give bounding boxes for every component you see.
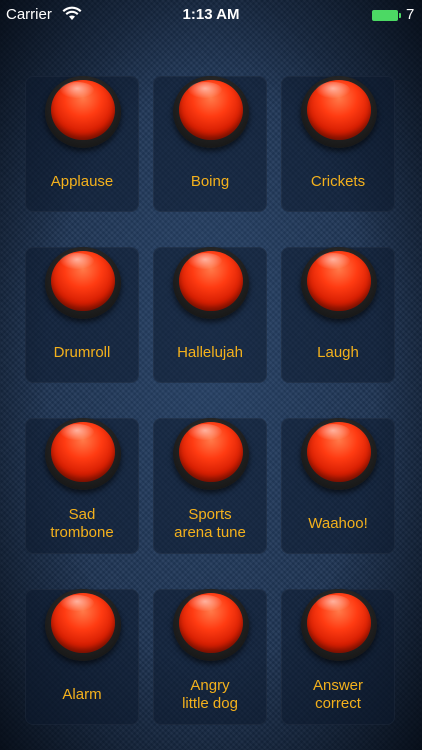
sound-label: Crickets bbox=[310, 173, 366, 190]
red-buzzer-icon[interactable] bbox=[45, 247, 121, 319]
sound-label: Alarm bbox=[62, 686, 102, 703]
sound-label: Sports arena tune bbox=[174, 506, 246, 541]
sound-label: Drumroll bbox=[53, 344, 111, 361]
sound-button-waahoo[interactable]: Waahoo! bbox=[281, 418, 395, 554]
sound-button-hallelujah[interactable]: Hallelujah bbox=[153, 247, 267, 383]
red-buzzer-icon[interactable] bbox=[173, 589, 249, 661]
sound-label: Waahoo! bbox=[308, 515, 368, 532]
red-buzzer-icon[interactable] bbox=[301, 247, 377, 319]
red-buzzer-icon[interactable] bbox=[301, 418, 377, 490]
sound-label: Applause bbox=[50, 173, 114, 190]
red-buzzer-icon[interactable] bbox=[45, 589, 121, 661]
sound-button-drumroll[interactable]: Drumroll bbox=[25, 247, 139, 383]
sound-label: Laugh bbox=[317, 344, 359, 361]
sound-button-angry-little-dog[interactable]: Angry little dog bbox=[153, 589, 267, 725]
sound-label: Sad trombone bbox=[50, 506, 114, 541]
sound-button-sports-arena-tune[interactable]: Sports arena tune bbox=[153, 418, 267, 554]
sound-button-alarm[interactable]: Alarm bbox=[25, 589, 139, 725]
sound-label: Angry little dog bbox=[182, 677, 238, 712]
red-buzzer-icon[interactable] bbox=[45, 418, 121, 490]
sound-label: Hallelujah bbox=[177, 344, 243, 361]
red-buzzer-icon[interactable] bbox=[173, 418, 249, 490]
sound-button-applause[interactable]: Applause bbox=[25, 76, 139, 212]
red-buzzer-icon[interactable] bbox=[173, 247, 249, 319]
sound-button-boing[interactable]: Boing bbox=[153, 76, 267, 212]
red-buzzer-icon[interactable] bbox=[173, 76, 249, 148]
sound-label: Answer correct bbox=[312, 677, 364, 712]
sound-button-laugh[interactable]: Laugh bbox=[281, 247, 395, 383]
sound-button-answer-correct[interactable]: Answer correct bbox=[281, 589, 395, 725]
red-buzzer-icon[interactable] bbox=[45, 76, 121, 148]
sound-button-crickets[interactable]: Crickets bbox=[281, 76, 395, 212]
red-buzzer-icon[interactable] bbox=[301, 589, 377, 661]
sound-button-grid: Applause Boing Crickets Drumroll Hallelu… bbox=[0, 0, 422, 750]
sound-button-sad-trombone[interactable]: Sad trombone bbox=[25, 418, 139, 554]
sound-label: Boing bbox=[190, 173, 230, 190]
red-buzzer-icon[interactable] bbox=[301, 76, 377, 148]
